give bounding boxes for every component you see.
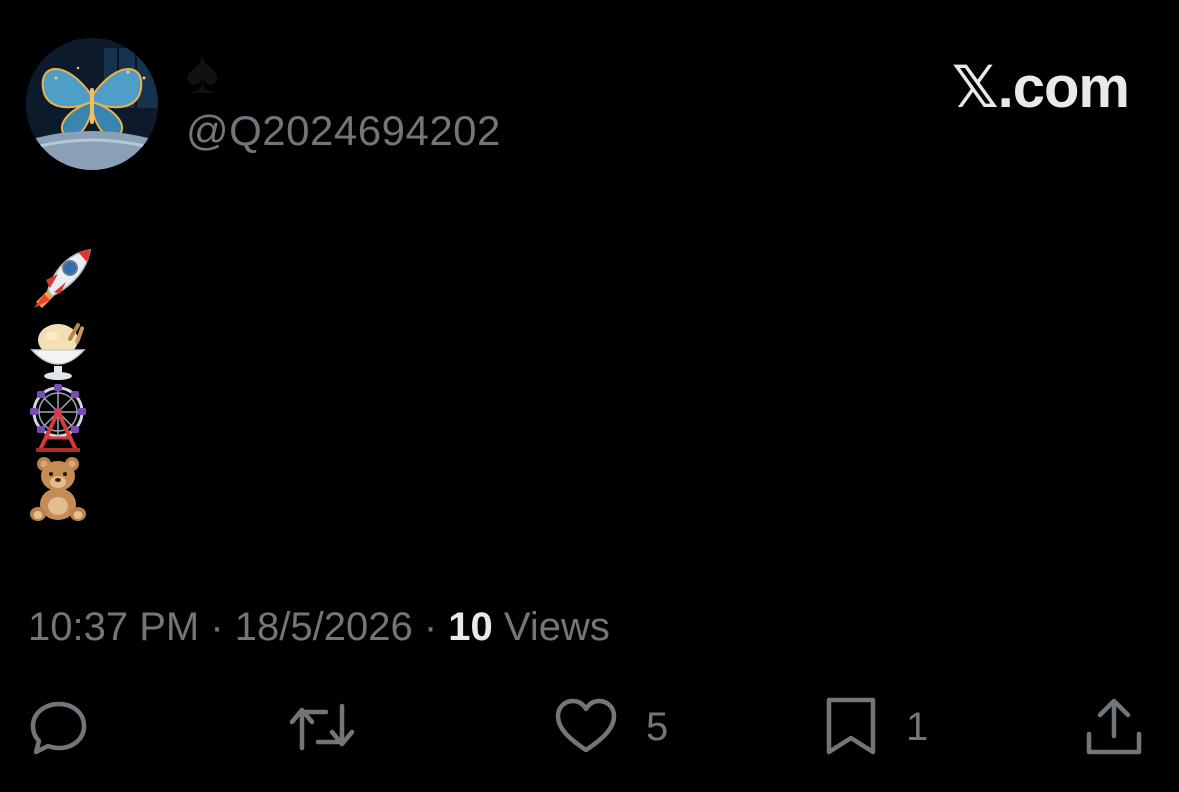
like-button[interactable]: 5 (554, 694, 668, 760)
repost-button[interactable] (286, 694, 358, 760)
x-brand-logo: 𝕏.com (951, 55, 1130, 120)
like-count: 5 (646, 704, 669, 749)
share-icon (1086, 698, 1142, 755)
share-button[interactable] (1084, 694, 1144, 760)
tweet-body (28, 244, 98, 524)
action-bar: 5 1 (0, 694, 1179, 764)
bookmark-button[interactable]: 1 (824, 694, 928, 760)
tweet-meta: 10:37 PM · 18/5/2026 · 10 Views (28, 604, 610, 650)
reply-button[interactable] (28, 694, 90, 760)
bookmark-icon (826, 697, 876, 755)
meta-separator: · (412, 605, 449, 649)
ferris-wheel-emoji (30, 384, 86, 452)
tweet-time[interactable]: 10:37 PM (28, 605, 199, 649)
heart-icon (555, 698, 617, 753)
repost-icon (289, 703, 355, 751)
ice-cream-emoji (30, 323, 86, 380)
views-count: 10 (448, 605, 493, 649)
rocket-emoji (34, 249, 91, 308)
avatar[interactable] (26, 38, 158, 170)
meta-separator: · (199, 605, 235, 649)
user-handle[interactable]: @Q2024694202 (186, 108, 501, 154)
teddy-bear-emoji (30, 457, 86, 521)
display-name-text: ♠ (186, 38, 219, 107)
butterfly-avatar-image (26, 38, 158, 170)
views-label: Views (492, 605, 610, 649)
tweet-date[interactable]: 18/5/2026 (235, 605, 413, 649)
reply-icon (30, 701, 87, 755)
display-name[interactable]: ♠ (186, 40, 219, 106)
bookmark-count: 1 (906, 704, 929, 749)
